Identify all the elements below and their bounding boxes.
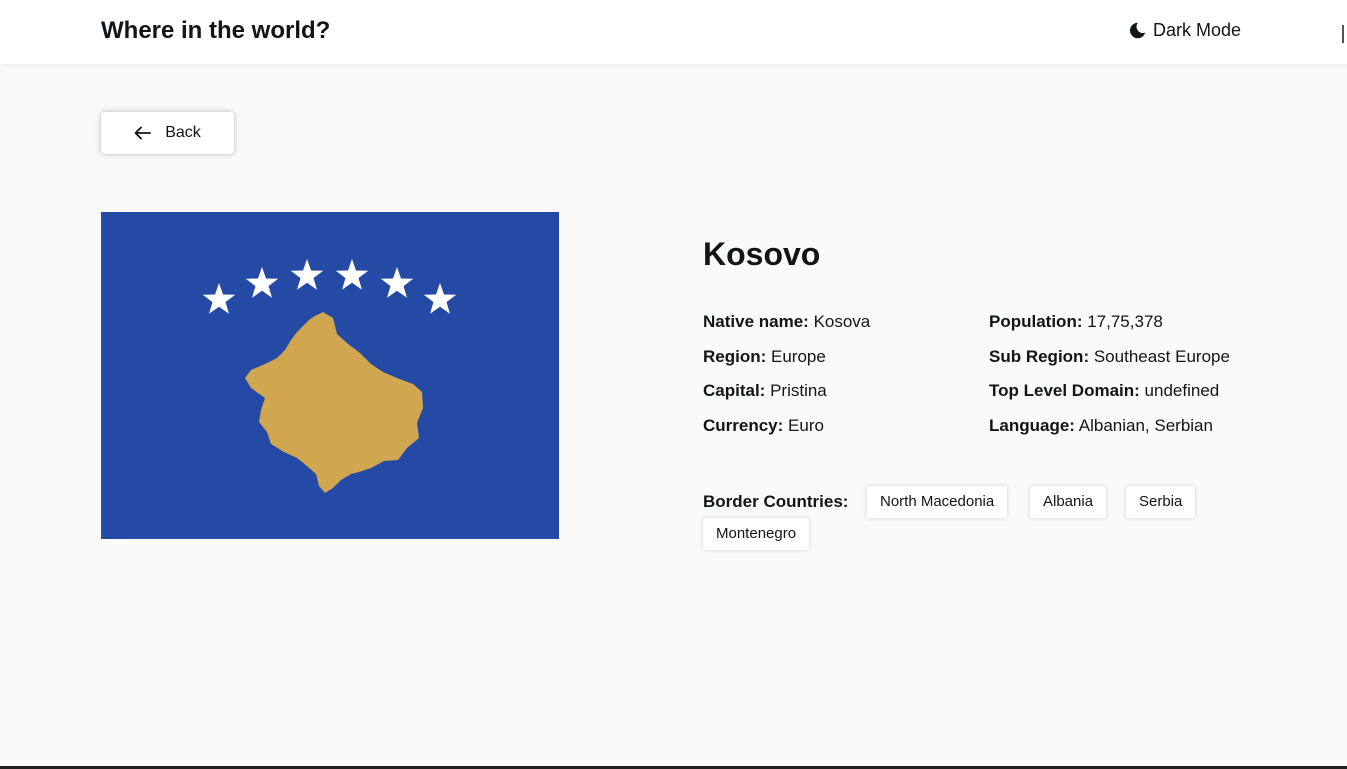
detail-value: Southeast Europe (1093, 346, 1230, 366)
details-right: Population: 17,75,378 Sub Region: Southe… (989, 310, 1230, 449)
scrollbar-thumb[interactable] (1342, 25, 1344, 43)
detail-native-name: Native name: Kosova (703, 310, 870, 345)
detail-currency: Currency: Euro (703, 414, 870, 449)
border-chip-albania[interactable]: Albania (1030, 486, 1107, 518)
detail-top-level-domain: Top Level Domain: undefined (989, 379, 1230, 414)
detail-label: Top Level Domain: (989, 381, 1140, 401)
top-header: Where in the world? Dark Mode (0, 0, 1347, 64)
arrow-left-icon (134, 126, 152, 140)
border-chip-north-macedonia[interactable]: North Macedonia (867, 486, 1008, 518)
detail-value: Albanian, Serbian (1078, 416, 1213, 436)
detail-language: Language: Albanian, Serbian (989, 414, 1230, 449)
country-flag (101, 212, 559, 539)
detail-label: Capital: (703, 381, 766, 401)
detail-capital: Capital: Pristina (703, 379, 870, 414)
border-chip-serbia[interactable]: Serbia (1126, 486, 1196, 518)
border-chip-montenegro[interactable]: Montenegro (703, 518, 810, 550)
detail-value: Euro (788, 416, 824, 436)
dark-mode-toggle[interactable]: Dark Mode (1128, 20, 1241, 41)
kosovo-flag-image (101, 212, 559, 539)
detail-value: undefined (1144, 381, 1220, 401)
border-countries-label: Border Countries: (703, 492, 849, 511)
app-title[interactable]: Where in the world? (101, 17, 330, 45)
detail-value: Kosova (813, 312, 871, 331)
detail-population: Population: 17,75,378 (989, 310, 1230, 345)
detail-label: Currency: (703, 416, 784, 436)
detail-label: Population: (989, 312, 1083, 331)
detail-region: Region: Europe (703, 345, 870, 380)
back-button[interactable]: Back (101, 112, 234, 154)
back-label: Back (165, 124, 201, 141)
detail-label: Sub Region: (989, 346, 1090, 366)
details-left: Native name: Kosova Region: Europe Capit… (703, 310, 870, 449)
dark-mode-label: Dark Mode (1153, 20, 1242, 40)
detail-label: Native name: (703, 312, 809, 331)
detail-value: 17,75,378 (1087, 312, 1163, 331)
country-name: Kosovo (703, 236, 821, 272)
detail-sub-region: Sub Region: Southeast Europe (989, 345, 1230, 380)
moon-icon (1130, 22, 1146, 39)
detail-value: Europe (771, 346, 826, 366)
detail-label: Region: (703, 346, 767, 366)
detail-label: Language: (989, 416, 1075, 436)
detail-value: Pristina (770, 381, 827, 401)
